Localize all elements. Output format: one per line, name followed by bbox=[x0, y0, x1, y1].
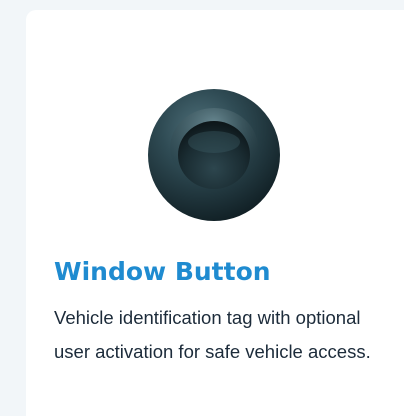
product-description: Vehicle identification tag with optional… bbox=[54, 307, 371, 362]
product-card: Window Button Vehicle identification tag… bbox=[26, 10, 404, 416]
product-title: Window Button bbox=[54, 257, 271, 286]
product-image bbox=[148, 89, 280, 221]
